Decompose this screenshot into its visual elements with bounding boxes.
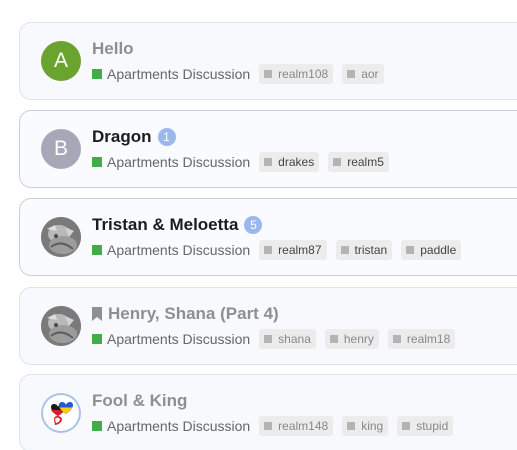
tag[interactable]: realm5 — [328, 152, 389, 172]
avatar[interactable] — [41, 393, 81, 433]
thread-title-row: Tristan & Meloetta 5 — [92, 215, 263, 235]
thread-meta: Apartments Discussion realm148 king stup… — [92, 416, 462, 436]
thread-title[interactable]: Henry, Shana (Part 4) — [108, 304, 279, 324]
tag-label: paddle — [420, 243, 457, 257]
thread-list: A Hello Apartments Discussion realm108 a… — [0, 0, 517, 450]
bookmark-icon — [92, 307, 102, 321]
tag-label: realm87 — [278, 243, 322, 257]
tag[interactable]: realm18 — [387, 329, 456, 349]
hearts-flag-avatar-icon — [51, 402, 73, 425]
forum-label[interactable]: Apartments Discussion — [107, 66, 250, 82]
tag-label: aor — [361, 67, 379, 81]
tag-icon — [264, 422, 273, 430]
thread-card[interactable]: A Hello Apartments Discussion realm108 a… — [19, 22, 517, 100]
thread-card[interactable]: B Dragon 1 Apartments Discussion drakes … — [19, 110, 517, 188]
tag[interactable]: stupid — [397, 416, 454, 436]
thread-meta: Apartments Discussion realm108 aor — [92, 64, 393, 84]
tag-icon — [347, 70, 356, 78]
tag-icon — [406, 246, 415, 254]
thread-title[interactable]: Hello — [92, 39, 134, 59]
tag-label: realm5 — [347, 155, 384, 169]
user-photo-icon — [41, 306, 81, 346]
tag[interactable]: realm148 — [259, 416, 334, 436]
thread-card[interactable]: Fool & King Apartments Discussion realm1… — [19, 374, 517, 450]
tag-icon — [264, 70, 273, 78]
tag[interactable]: realm108 — [259, 64, 334, 84]
thread-title[interactable]: Tristan & Meloetta — [92, 215, 238, 235]
tag-icon — [329, 335, 338, 343]
unread-count-badge: 1 — [157, 128, 176, 146]
tag-label: henry — [343, 332, 374, 346]
tag[interactable]: king — [342, 416, 389, 436]
thread-card[interactable]: Tristan & Meloetta 5 Apartments Discussi… — [19, 198, 517, 276]
thread-card[interactable]: Henry, Shana (Part 4) Apartments Discuss… — [19, 287, 517, 365]
tag[interactable]: tristan — [335, 240, 393, 260]
thread-title-row: Henry, Shana (Part 4) — [92, 304, 279, 324]
tag-label: drakes — [278, 155, 315, 169]
avatar[interactable]: A — [41, 41, 81, 81]
tag-icon — [347, 422, 356, 430]
tag-icon — [264, 158, 273, 166]
forum-label[interactable]: Apartments Discussion — [107, 418, 250, 434]
thread-title-row: Hello — [92, 39, 134, 59]
tag-icon — [264, 335, 273, 343]
avatar-letter: B — [53, 137, 68, 160]
forum-label[interactable]: Apartments Discussion — [107, 242, 250, 258]
tag[interactable]: paddle — [401, 240, 462, 260]
thread-meta: Apartments Discussion realm87 tristan pa… — [92, 240, 470, 260]
tag-icon — [340, 246, 349, 254]
forum-label[interactable]: Apartments Discussion — [107, 331, 250, 347]
tag[interactable]: aor — [342, 64, 384, 84]
unread-count-badge: 5 — [244, 216, 263, 234]
forum-color-icon — [92, 69, 102, 79]
tag[interactable]: shana — [259, 329, 316, 349]
tag-label: stupid — [416, 419, 449, 433]
thread-title[interactable]: Dragon — [92, 127, 152, 147]
forum-color-icon — [92, 157, 102, 167]
tag[interactable]: realm87 — [259, 240, 327, 260]
thread-meta: Apartments Discussion shana henry realm1… — [92, 329, 464, 349]
user-photo-icon — [41, 217, 81, 257]
forum-color-icon — [92, 334, 102, 344]
tag[interactable]: henry — [324, 329, 379, 349]
thread-title-row: Dragon 1 — [92, 127, 176, 147]
tag-label: king — [361, 419, 384, 433]
tag-label: realm108 — [278, 67, 329, 81]
tag-label: tristan — [354, 243, 388, 257]
forum-label[interactable]: Apartments Discussion — [107, 154, 250, 170]
tag-icon — [333, 158, 342, 166]
tag-label: realm148 — [278, 419, 329, 433]
tag-icon — [402, 422, 411, 430]
avatar[interactable] — [41, 217, 81, 257]
tag-icon — [264, 246, 273, 254]
tag-label: shana — [278, 332, 311, 346]
forum-color-icon — [92, 245, 102, 255]
tag-icon — [392, 335, 401, 343]
tag[interactable]: drakes — [259, 152, 320, 172]
thread-title[interactable]: Fool & King — [92, 391, 187, 411]
tag-label: realm18 — [406, 332, 451, 346]
avatar-letter: A — [53, 49, 68, 72]
avatar[interactable] — [41, 306, 81, 346]
avatar[interactable]: B — [41, 129, 81, 169]
thread-meta: Apartments Discussion drakes realm5 — [92, 152, 398, 172]
forum-color-icon — [92, 421, 102, 431]
thread-title-row: Fool & King — [92, 391, 187, 411]
